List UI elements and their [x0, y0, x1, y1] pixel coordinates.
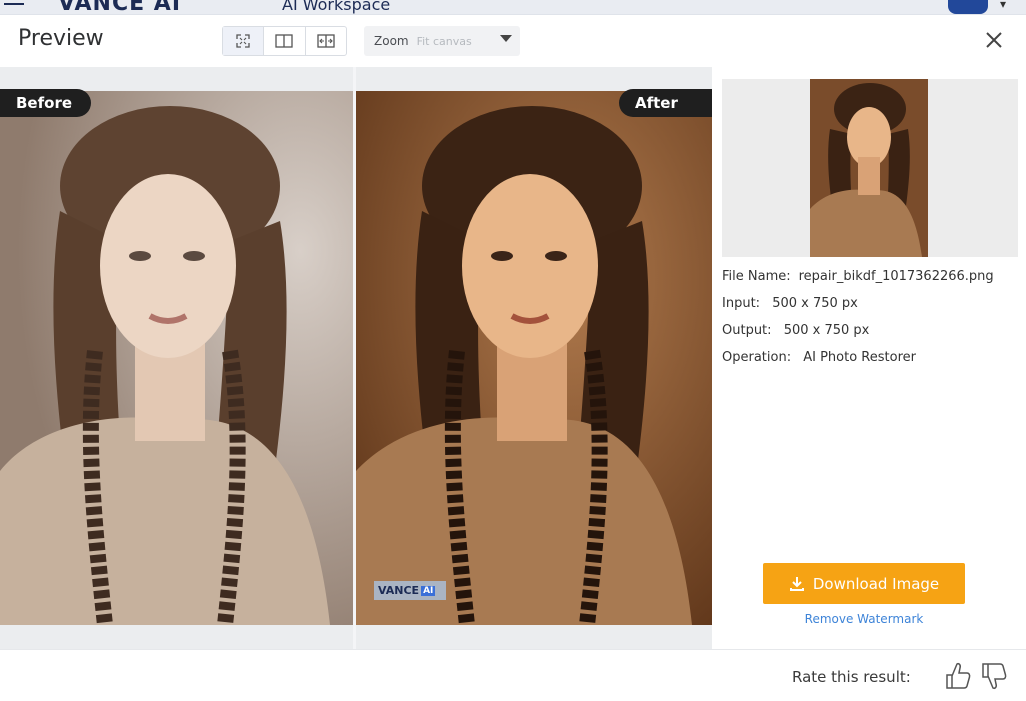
background-app-bar: VANCE AI AI Workspace ▾ [0, 0, 1026, 14]
zoom-select[interactable]: Zoom Fit canvas [364, 26, 520, 56]
thumbs-down-button[interactable] [980, 661, 1008, 691]
thumbs-down-icon [982, 663, 1007, 689]
file-name-label: File Name: [722, 269, 791, 284]
avatar [948, 0, 988, 14]
download-label: Download Image [812, 574, 940, 593]
download-image-button[interactable]: Download Image [763, 563, 965, 604]
close-button[interactable] [982, 28, 1006, 52]
chevron-down-icon: ▾ [1000, 0, 1007, 11]
result-thumbnail [810, 79, 928, 257]
watermark-text: VANCE [378, 584, 420, 597]
preview-modal: Preview Zoom Fit canvas Before After VAN… [0, 14, 1026, 701]
thumbs-up-button[interactable] [944, 661, 972, 691]
compare-divider[interactable] [353, 67, 356, 649]
output-label: Output: [722, 323, 772, 338]
view-mode-group [222, 26, 347, 56]
view-mode-split-button[interactable] [264, 27, 306, 55]
before-image [0, 91, 353, 625]
close-icon [986, 32, 1002, 48]
chevron-down-icon [500, 35, 512, 42]
view-mode-side-by-side-button[interactable] [306, 27, 346, 55]
after-label: After [619, 89, 712, 117]
fit-screen-icon [236, 34, 250, 48]
operation-row: Operation: AI Photo Restorer [722, 348, 1022, 368]
watermark: VANCE AI [374, 581, 446, 600]
thumbnail-container [722, 79, 1018, 257]
zoom-label: Zoom [374, 34, 409, 48]
operation-value: AI Photo Restorer [803, 350, 916, 365]
watermark-ai: AI [421, 585, 436, 596]
app-logo: VANCE AI [58, 0, 182, 14]
before-label: Before [0, 89, 91, 117]
file-info: File Name: repair_bikdf_1017362266.png I… [722, 267, 1022, 375]
info-panel: File Name: repair_bikdf_1017362266.png I… [712, 67, 1026, 649]
output-value: 500 x 750 px [783, 323, 870, 338]
thumbs-up-icon [946, 663, 971, 689]
zoom-value: Fit canvas [416, 34, 472, 48]
side-by-side-icon [317, 34, 335, 48]
after-photo [356, 91, 712, 625]
input-row: Input: 500 x 750 px [722, 294, 1022, 314]
remove-watermark-link[interactable]: Remove Watermark [763, 612, 965, 626]
download-icon [789, 576, 804, 591]
input-label: Input: [722, 296, 761, 311]
modal-footer: Rate this result: [0, 649, 1026, 701]
split-view-icon [275, 34, 294, 48]
rate-label: Rate this result: [792, 668, 911, 686]
input-value: 500 x 750 px [772, 296, 858, 311]
menu-icon [4, 3, 24, 5]
modal-title: Preview [18, 26, 104, 51]
workspace-title: AI Workspace [282, 0, 391, 14]
thumbnail-photo [810, 79, 928, 257]
file-name-row: File Name: repair_bikdf_1017362266.png [722, 267, 1022, 287]
view-mode-fit-button[interactable] [223, 27, 265, 55]
before-photo [0, 91, 353, 625]
operation-label: Operation: [722, 350, 792, 365]
output-row: Output: 500 x 750 px [722, 321, 1022, 341]
comparison-area: Before After [0, 67, 712, 649]
after-image [356, 91, 712, 625]
modal-header: Preview Zoom Fit canvas [0, 15, 1026, 67]
file-name-value: repair_bikdf_1017362266.png [798, 269, 994, 284]
